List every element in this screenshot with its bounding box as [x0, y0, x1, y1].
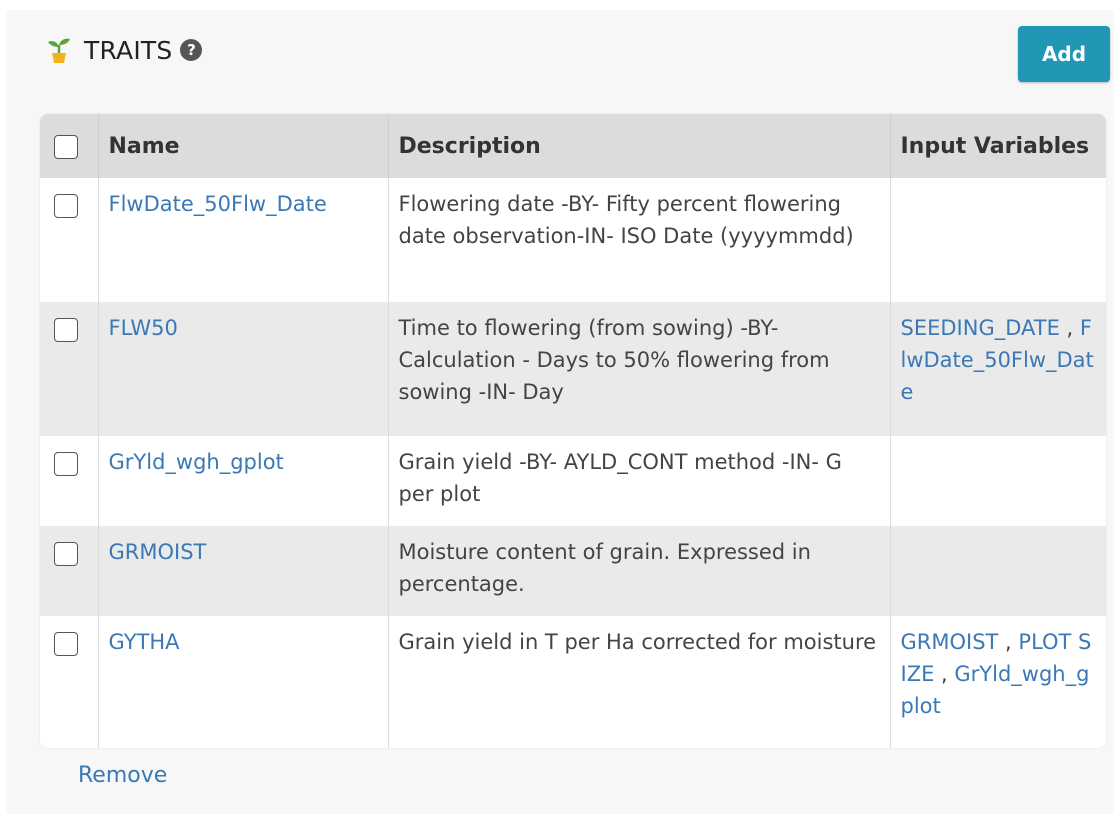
select-all-cell — [40, 114, 99, 178]
table-row: FlwDate_50Flw_Date Flowering date -BY- F… — [40, 178, 1106, 302]
row-checkbox[interactable] — [54, 452, 78, 476]
description-cell: Moisture content of grain. Expressed in … — [388, 526, 891, 616]
name-cell: FlwDate_50Flw_Date — [98, 178, 389, 302]
description-cell: Flowering date -BY- Fifty percent flower… — [388, 178, 891, 302]
trait-name-link[interactable]: FLW50 — [109, 316, 178, 340]
input-variables-cell: SEEDING_DATE , FlwDate_50Flw_Date — [900, 316, 1094, 404]
input-variables-cell: GRMOIST , PLOT SIZE , GrYld_wgh_gplot — [900, 630, 1092, 718]
remove-link[interactable]: Remove — [78, 763, 167, 788]
row-checkbox[interactable] — [54, 194, 78, 218]
table-row: GRMOIST Moisture content of grain. Expre… — [40, 526, 1106, 616]
table-header-row: Name Description Input Variables — [40, 114, 1106, 178]
row-checkbox[interactable] — [54, 318, 78, 342]
table-row: GYTHA Grain yield in T per Ha corrected … — [40, 616, 1106, 748]
row-select-cell — [40, 302, 99, 436]
add-button[interactable]: Add — [1018, 26, 1110, 82]
row-checkbox[interactable] — [54, 632, 78, 656]
column-header-name[interactable]: Name — [98, 114, 389, 178]
trait-name-link[interactable]: GRMOIST — [109, 540, 207, 564]
name-cell: GYTHA — [98, 616, 389, 748]
column-header-input-variables[interactable]: Input Variables — [890, 114, 1106, 178]
name-cell: GrYld_wgh_gplot — [98, 436, 389, 526]
row-select-cell — [40, 436, 99, 526]
column-header-description[interactable]: Description — [388, 114, 891, 178]
trait-name-link[interactable]: GrYld_wgh_gplot — [109, 450, 284, 474]
trait-name-link[interactable]: FlwDate_50Flw_Date — [109, 192, 327, 216]
input-variable-link[interactable]: SEEDING_DATE — [901, 316, 1060, 340]
select-all-checkbox[interactable] — [54, 135, 78, 159]
traits-header: TRAITS ? — [44, 30, 203, 70]
description-cell: Grain yield in T per Ha corrected for mo… — [388, 616, 891, 748]
input-variable-link[interactable]: GRMOIST — [901, 630, 999, 654]
page-title: TRAITS — [84, 35, 173, 65]
help-icon[interactable]: ? — [180, 39, 203, 61]
row-select-cell — [40, 178, 99, 302]
description-cell: Time to flowering (from sowing) -BY- Cal… — [388, 302, 891, 436]
name-cell: GRMOIST — [98, 526, 389, 616]
input-variables-cell — [890, 526, 1106, 616]
traits-table: Name Description Input Variables FlwDate… — [40, 114, 1106, 748]
sprout-icon — [48, 38, 70, 63]
trait-name-link[interactable]: GYTHA — [109, 630, 180, 654]
description-cell: Grain yield -BY- AYLD_CONT method -IN- G… — [388, 436, 891, 526]
row-select-cell — [40, 616, 99, 748]
table-row: GrYld_wgh_gplot Grain yield -BY- AYLD_CO… — [40, 436, 1106, 526]
input-variables-cell — [890, 178, 1106, 302]
row-checkbox[interactable] — [54, 542, 78, 566]
input-variables-cell — [890, 436, 1106, 526]
table-row: FLW50 Time to flowering (from sowing) -B… — [40, 302, 1106, 436]
name-cell: FLW50 — [98, 302, 389, 436]
row-select-cell — [40, 526, 99, 616]
